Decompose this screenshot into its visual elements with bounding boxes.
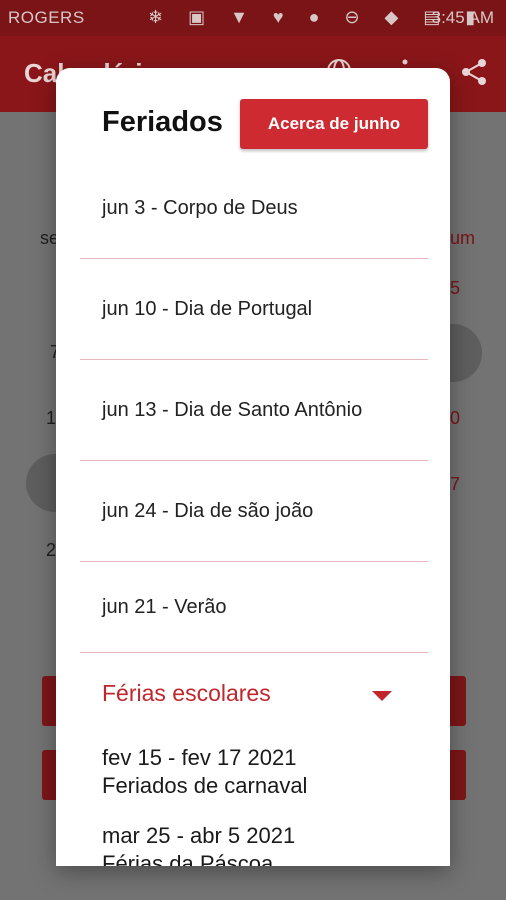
status-bar: ROGERS ❄ ▣ ▼ ♥ ● ⊖ ◆ ▤ ▮ 3:45 AM bbox=[0, 0, 506, 36]
holiday-list: jun 3 - Corpo de Deus jun 10 - Dia de Po… bbox=[80, 158, 428, 653]
about-month-button[interactable]: Acerca de junho bbox=[240, 99, 428, 149]
school-holidays-label: Férias escolares bbox=[102, 679, 271, 706]
holiday-item[interactable]: jun 13 - Dia de Santo Antônio bbox=[80, 360, 428, 461]
chevron-down-icon bbox=[372, 691, 392, 701]
share-icon[interactable] bbox=[460, 58, 488, 93]
school-holiday-dates: fev 15 - fev 17 2021 bbox=[102, 745, 297, 770]
dialog-title: Feriados bbox=[102, 106, 223, 138]
school-holiday-item: mar 25 - abr 5 2021 Férias da Páscoa bbox=[102, 822, 432, 866]
school-holiday-name: Feriados de carnaval bbox=[102, 773, 308, 798]
day-number: 1 bbox=[46, 408, 57, 428]
school-holiday-item: fev 15 - fev 17 2021 Feriados de carnava… bbox=[102, 744, 432, 800]
holiday-item[interactable]: jun 10 - Dia de Portugal bbox=[80, 259, 428, 360]
holiday-item[interactable]: jun 21 - Verão bbox=[80, 562, 428, 653]
holiday-item[interactable]: jun 24 - Dia de são joão bbox=[80, 461, 428, 562]
day-number: 0 bbox=[450, 408, 461, 428]
day-number: 7 bbox=[450, 474, 461, 494]
holiday-item[interactable]: jun 3 - Corpo de Deus bbox=[80, 158, 428, 259]
school-holiday-name: Férias da Páscoa bbox=[102, 851, 274, 866]
day-number: 2 bbox=[46, 540, 57, 560]
school-holiday-dates: mar 25 - abr 5 2021 bbox=[102, 823, 296, 848]
day-number: 5 bbox=[450, 278, 461, 298]
school-holidays-toggle[interactable]: Férias escolares bbox=[80, 664, 428, 722]
carrier-label: ROGERS bbox=[8, 8, 85, 27]
holidays-dialog: Feriados Acerca de junho jun 3 - Corpo d… bbox=[56, 68, 450, 866]
weekday-label: um bbox=[450, 228, 476, 248]
clock: 3:45 AM bbox=[431, 8, 494, 27]
